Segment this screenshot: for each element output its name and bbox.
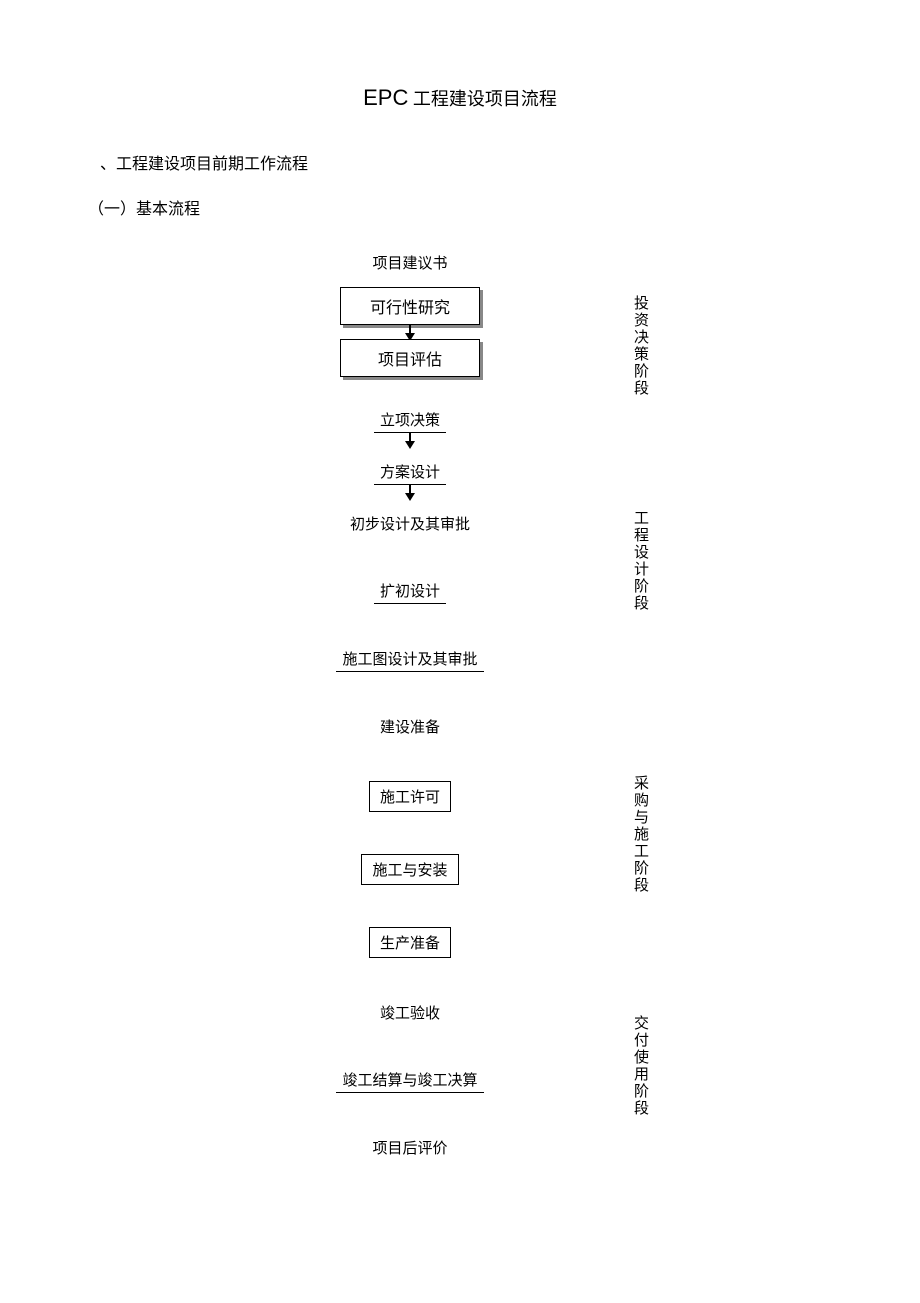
step-evaluation: 项目评估 xyxy=(340,339,480,377)
step-prelim-design: 初步设计及其审批 xyxy=(300,511,520,536)
step-construction-drawing: 施工图设计及其审批 xyxy=(336,646,483,672)
arrow-down-icon xyxy=(409,433,411,447)
step-production-prep: 生产准备 xyxy=(369,927,451,958)
arrow-down-icon xyxy=(409,325,411,339)
title-prefix: EPC xyxy=(363,85,408,110)
phase-procurement: 采购与施工阶段 xyxy=(630,775,651,894)
section-heading-1: 、工程建设项目前期工作流程 xyxy=(100,150,308,174)
step-build-prep: 建设准备 xyxy=(300,714,520,739)
step-completion-accept: 竣工验收 xyxy=(300,1000,520,1025)
step-settlement: 竣工结算与竣工决算 xyxy=(336,1067,483,1093)
step-feasibility: 可行性研究 xyxy=(340,287,480,325)
step-permit: 施工许可 xyxy=(369,781,451,812)
title-rest: 工程建设项目流程 xyxy=(408,89,557,109)
flowchart: 项目建议书 可行性研究 项目评估 立项决策 方案设计 初步设计及其审批 扩初设计… xyxy=(300,250,520,1160)
step-construction: 施工与安装 xyxy=(361,854,458,885)
step-post-eval: 项目后评价 xyxy=(300,1135,520,1160)
document-title: EPC 工程建设项目流程 xyxy=(0,85,920,111)
phase-delivery: 交付使用阶段 xyxy=(630,1015,651,1117)
step-decision: 立项决策 xyxy=(374,407,446,433)
phase-investment: 投资决策阶段 xyxy=(630,295,651,397)
phase-design: 工程设计阶段 xyxy=(630,510,651,612)
step-scheme-design: 方案设计 xyxy=(374,459,446,485)
section-heading-2: （一）基本流程 xyxy=(88,195,200,219)
arrow-down-icon xyxy=(409,485,411,499)
step-expand-design: 扩初设计 xyxy=(374,578,446,604)
step-proposal: 项目建议书 xyxy=(300,250,520,275)
